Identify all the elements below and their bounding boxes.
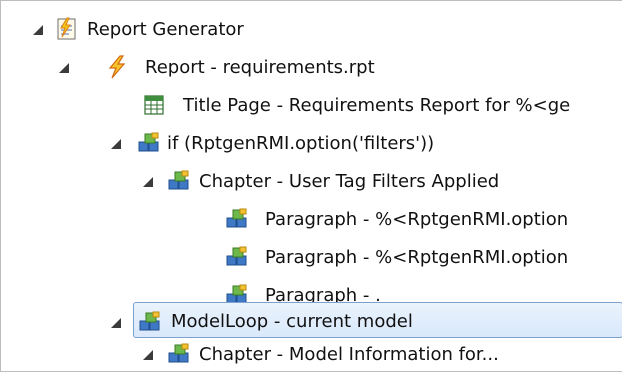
report-lightning-icon <box>105 55 129 79</box>
tree-node-label: Paragraph - %<RptgenRMI.option <box>265 209 569 230</box>
tree-node-paragraph-1[interactable]: Paragraph - %<RptgenRMI.option <box>1 201 622 239</box>
report-generator-icon <box>55 17 79 41</box>
tree-node-label: Chapter - Model Information for... <box>199 344 499 365</box>
component-blocks-icon <box>225 245 249 269</box>
title-page-icon <box>142 93 166 117</box>
tree-node-label: Paragraph - %<RptgenRMI.option <box>265 247 569 268</box>
tree-node-label: if (RptgenRMI.option('filters')) <box>167 133 435 154</box>
tree-node-label: Chapter - User Tag Filters Applied <box>199 171 500 192</box>
tree-node-modelloop[interactable]: ModelLoop - current model <box>1 302 622 340</box>
expanded-triangle-icon[interactable] <box>57 60 73 76</box>
expanded-triangle-icon[interactable] <box>141 174 157 190</box>
tree-node-chapter-model-information[interactable]: Chapter - Model Information for... <box>1 340 622 371</box>
tree-node-label: ModelLoop - current model <box>171 311 413 332</box>
component-blocks-icon <box>167 342 191 366</box>
expanded-triangle-icon[interactable] <box>31 22 47 38</box>
tree-node-label: Report - requirements.rpt <box>145 57 375 78</box>
expanded-triangle-icon[interactable] <box>109 136 125 152</box>
tree-node-paragraph-2[interactable]: Paragraph - %<RptgenRMI.option <box>1 239 622 277</box>
tree-node-label: Report Generator <box>87 19 244 40</box>
component-blocks-icon <box>225 207 249 231</box>
expanded-triangle-icon[interactable] <box>141 347 157 363</box>
tree-node-chapter-user-tag-filters[interactable]: Chapter - User Tag Filters Applied <box>1 163 622 201</box>
tree-node-label: Title Page - Requirements Report for %<g… <box>183 95 571 116</box>
report-explorer-tree: Report Generator Report - requirements.r… <box>0 0 622 372</box>
component-blocks-icon <box>167 169 191 193</box>
component-blocks-icon <box>137 131 161 155</box>
tree-node-title-page[interactable]: Title Page - Requirements Report for %<g… <box>1 87 622 125</box>
tree-node-report-generator[interactable]: Report Generator <box>1 11 622 49</box>
expanded-triangle-icon[interactable] <box>109 315 125 331</box>
tree-node-if-filters[interactable]: if (RptgenRMI.option('filters')) <box>1 125 622 163</box>
component-blocks-icon <box>138 310 162 334</box>
tree-node-report-requirements[interactable]: Report - requirements.rpt <box>1 49 622 87</box>
